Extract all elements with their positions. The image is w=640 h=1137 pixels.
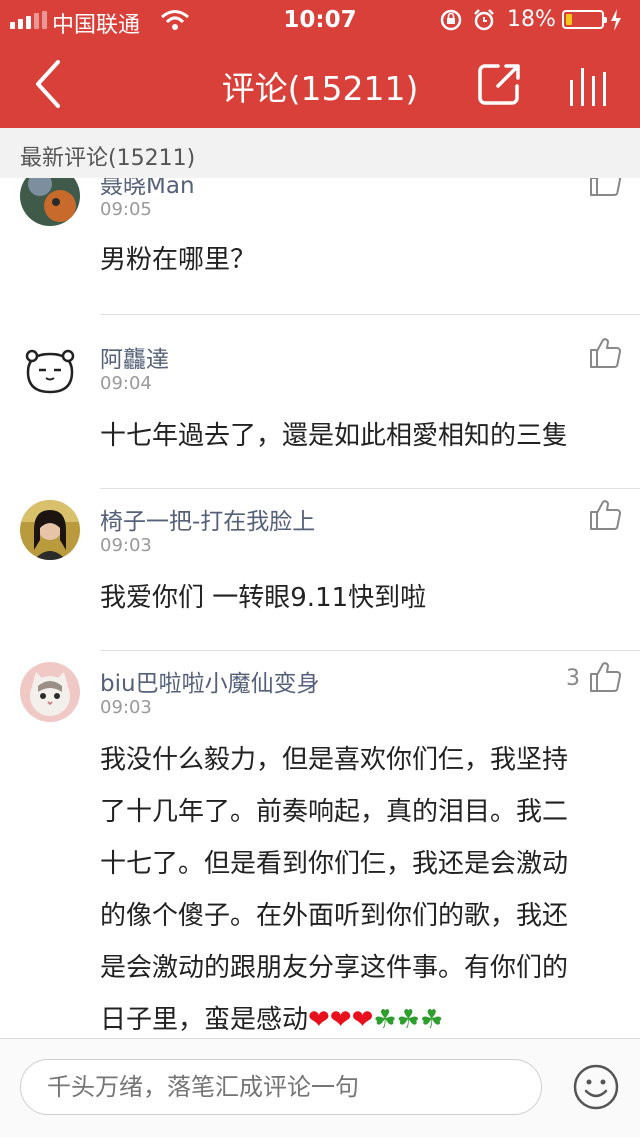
comment-text: 男粉在哪里？: [100, 245, 257, 275]
comment-item: biu巴啦啦小魔仙变身 09:03 3 我没什么毅力，但是喜欢你们仨，我坚持 了…: [0, 652, 640, 1038]
comment-input-bar: [0, 1038, 640, 1137]
comment-item: 阿龘達 09:04 十七年過去了，還是如此相愛相知的三隻: [0, 328, 640, 490]
thumbs-up-icon[interactable]: [588, 178, 622, 198]
comment-item: 聂晓Man 09:05 男粉在哪里？: [0, 178, 640, 315]
battery-percent: 18%: [507, 7, 556, 32]
comment-line: 日子里，蛮是感动❤❤❤☘☘☘: [100, 994, 610, 1038]
comment-time: 09:03: [100, 697, 152, 718]
divider: [100, 488, 640, 489]
thumbs-up-icon[interactable]: [588, 336, 622, 370]
comment-item: 椅子一把-打在我脸上 09:03 我爱你们 一转眼9.11快到啦: [0, 490, 640, 652]
divider: [100, 314, 640, 315]
like-count: 3: [566, 666, 580, 691]
status-bar: 中国联通 10:07 18%: [0, 0, 640, 40]
section-title: 最新评论(15211): [20, 146, 196, 171]
page-title: 评论(15211): [221, 69, 419, 108]
comment-line: 的像个傻子。在外面听到你们的歌，我还: [100, 901, 569, 931]
thumbs-up-icon[interactable]: [588, 660, 622, 694]
comment-text: 我没什么毅力，但是喜欢你们仨，我坚持 了十几年了。前奏响起，真的泪目。我二 十七…: [100, 734, 610, 1038]
clover-emoji: ☘☘☘: [373, 1005, 444, 1035]
divider: [100, 650, 640, 651]
share-button[interactable]: [476, 62, 522, 106]
comment-list[interactable]: 聂晓Man 09:05 男粉在哪里？ 阿龘達 09:04 十七年過去了，還是如此…: [0, 178, 640, 1038]
comment-username[interactable]: 椅子一把-打在我脸上: [100, 502, 315, 536]
top-bar: 中国联通 10:07 18% 评论(15211): [0, 0, 640, 128]
charging-bolt-icon: [611, 9, 621, 31]
alarm-icon: [474, 9, 494, 31]
comment-line: 十七了。但是看到你们仨，我还是会激动: [100, 849, 569, 879]
comment-time: 09:04: [100, 373, 152, 394]
comment-username[interactable]: biu巴啦啦小魔仙变身: [100, 664, 320, 698]
rotation-lock-icon: [440, 9, 462, 31]
comment-text: 我爱你们 一转眼9.11快到啦: [100, 583, 427, 613]
thumbs-up-icon[interactable]: [588, 498, 622, 532]
avatar[interactable]: [20, 662, 80, 722]
comment-username[interactable]: 阿龘達: [100, 340, 169, 374]
menu-button[interactable]: [568, 68, 614, 106]
heart-emoji: ❤❤❤: [308, 1005, 374, 1035]
section-header: 最新评论(15211): [0, 128, 640, 178]
comment-username[interactable]: 聂晓Man: [100, 178, 195, 200]
comment-line: 了十几年了。前奏响起，真的泪目。我二: [100, 797, 569, 827]
emoji-button[interactable]: [572, 1063, 620, 1111]
comment-line-text: 日子里，蛮是感动: [100, 1005, 309, 1035]
comment-input[interactable]: [20, 1059, 542, 1115]
comment-line: 是会激动的跟朋友分享这件事。有你们的: [100, 953, 569, 983]
avatar[interactable]: [20, 338, 80, 398]
avatar[interactable]: [20, 500, 80, 560]
comment-time: 09:05: [100, 199, 152, 220]
avatar[interactable]: [20, 178, 80, 226]
comment-line: 我没什么毅力，但是喜欢你们仨，我坚持: [100, 745, 569, 775]
comment-text: 十七年過去了，還是如此相愛相知的三隻: [100, 421, 569, 451]
battery-icon: [562, 10, 607, 29]
comment-time: 09:03: [100, 535, 152, 556]
